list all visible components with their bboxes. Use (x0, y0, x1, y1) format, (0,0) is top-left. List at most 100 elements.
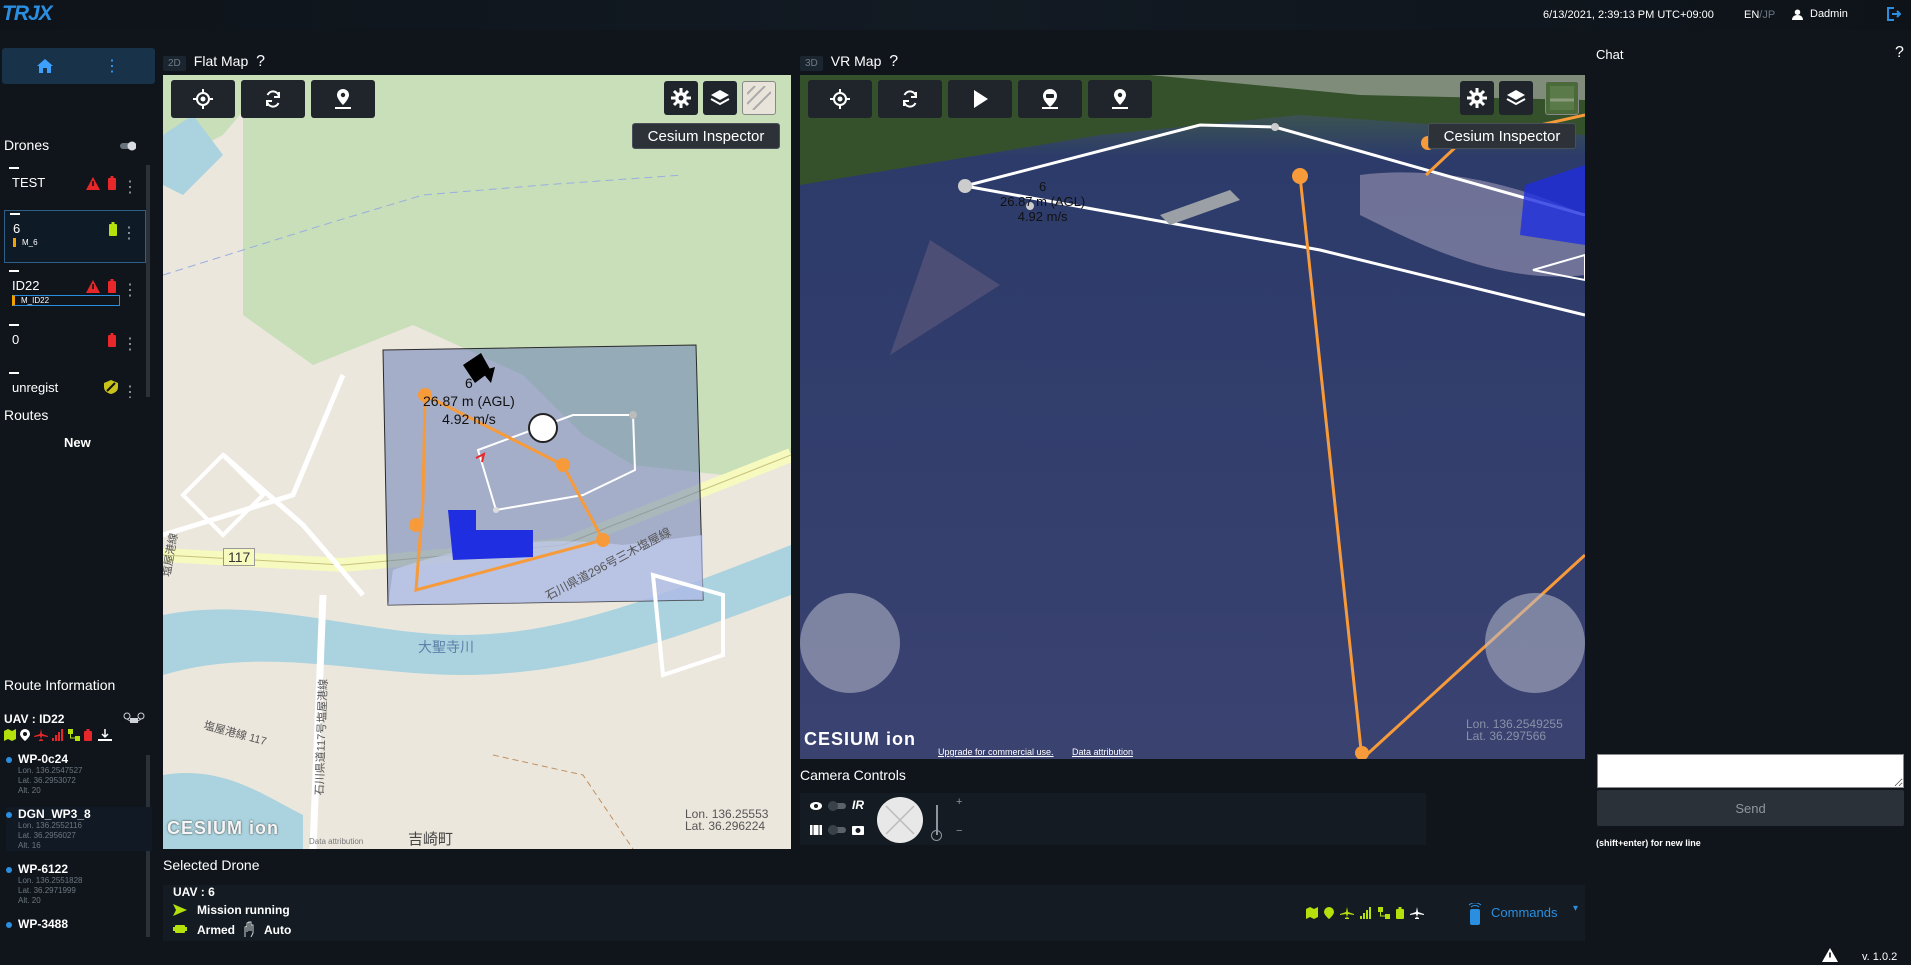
drone-item-6[interactable]: 6 M_6 ⋮ (4, 210, 146, 263)
drone-menu-icon[interactable]: ⋮ (122, 280, 138, 300)
sync-button[interactable] (878, 80, 942, 118)
commands-dropdown[interactable]: Commands (1491, 905, 1557, 920)
ir-label: IR (852, 798, 864, 812)
river-label: 大聖寺川 (418, 639, 474, 655)
drone-item-0[interactable]: 0 ⋮ (4, 322, 146, 372)
layers-button[interactable] (703, 81, 737, 115)
waypoint-item[interactable]: WP-6122 Lon. 136.2551828 Lat. 36.2971999… (6, 862, 152, 906)
cesium-inspector-button[interactable]: Cesium Inspector (632, 123, 780, 149)
help-icon[interactable]: ? (256, 53, 265, 70)
drone-menu-icon[interactable]: ⋮ (122, 382, 138, 398)
user-menu[interactable]: Dadmin (1792, 8, 1848, 20)
gear-icon (671, 88, 691, 108)
drones-toggle[interactable] (120, 141, 136, 151)
new-route-button[interactable]: New (64, 435, 91, 450)
send-button[interactable]: Send (1597, 790, 1904, 826)
chat-input[interactable] (1597, 754, 1904, 788)
basemap-picker[interactable] (742, 81, 776, 115)
chat-title: Chat (1596, 47, 1624, 62)
battery-full-icon (1396, 907, 1404, 919)
sync-button[interactable] (241, 80, 305, 118)
battery-low-icon (108, 333, 116, 347)
flat-map[interactable]: 117 大聖寺川 吉崎町 石川県道296号三木塩屋線 塩屋港線 石川県道117号… (163, 75, 791, 849)
pin-button[interactable] (311, 80, 375, 118)
zoom-out-label[interactable]: − (956, 825, 962, 837)
language-switch[interactable]: EN/JP (1744, 9, 1775, 21)
drone-menu-icon[interactable]: ⋮ (122, 334, 138, 354)
data-attribution-link[interactable]: Data attribution (1072, 747, 1133, 757)
settings-button[interactable] (1460, 81, 1494, 115)
photo-icon (852, 826, 864, 835)
waypoint-name: WP-0c24 (18, 752, 69, 766)
drones-scrollbar[interactable] (146, 165, 150, 397)
ir-toggle[interactable] (828, 801, 846, 811)
warning-icon[interactable] (1822, 948, 1838, 962)
drone-item-test[interactable]: TEST ⋮ (4, 165, 146, 215)
vrmap-title: 3D VR Map ? (800, 53, 898, 71)
map-icon (4, 729, 16, 741)
lang-en[interactable]: EN (1744, 9, 1759, 21)
road-shield: 117 (223, 548, 256, 566)
vr-map[interactable]: 6 26.87 m (AGL) 4.92 m/s Cesium Inspecto… (800, 75, 1585, 759)
drone-model-tag: M_ID22 (12, 295, 120, 306)
waypoint-item[interactable]: DGN_WP3_8 Lon. 136.2552116 Lat. 36.29560… (6, 807, 152, 851)
drone-menu-icon[interactable]: ⋮ (122, 177, 138, 197)
waypoint-item[interactable]: WP-3488 (6, 917, 152, 931)
basemap-picker[interactable] (1545, 81, 1579, 115)
lang-jp[interactable]: JP (1762, 9, 1775, 21)
battery-low-icon (84, 729, 92, 741)
locate-button[interactable] (808, 80, 872, 118)
selected-uav-label: UAV : 6 (173, 885, 215, 899)
vr-map-canvas[interactable] (800, 75, 1585, 759)
vrmap-badge: 3D (800, 56, 823, 71)
drone-item-id22[interactable]: ID22 M_ID22 ⋮ (4, 268, 146, 318)
upgrade-link[interactable]: Upgrade for commercial use. (938, 747, 1054, 757)
flatmap-title: 2D Flat Map ? (163, 53, 265, 71)
drone-label: 6 26.87 m (AGL) 4.92 m/s (423, 375, 515, 427)
signal-icon (1360, 907, 1371, 919)
more-menu-button[interactable]: ⋮ (69, 48, 155, 84)
armed-status: Armed (197, 923, 236, 937)
layers-button[interactable] (1499, 81, 1533, 115)
camera-gimbal-joystick[interactable] (877, 797, 923, 843)
data-attribution-link[interactable]: Data attribution (309, 837, 363, 846)
airplane-takeoff-icon (1410, 907, 1424, 919)
airplane-icon (34, 729, 48, 741)
selected-drone-bar: UAV : 6 Mission running Armed Auto Comma… (163, 885, 1585, 941)
drone-icon (123, 712, 145, 723)
routes-title: Routes (4, 407, 49, 423)
poi-icon (1042, 89, 1058, 109)
chat-help-icon[interactable]: ? (1895, 44, 1904, 62)
drone-name: 0 (12, 332, 20, 347)
waypoint-name: WP-3488 (18, 917, 69, 931)
drone-label: 6 26.87 m (AGL) 4.92 m/s (1000, 179, 1086, 224)
locate-button[interactable] (171, 80, 235, 118)
zoom-in-label[interactable]: + (956, 796, 962, 808)
map-pin-icon (1112, 89, 1128, 109)
logout-icon[interactable] (1885, 6, 1901, 22)
eye-icon (810, 802, 822, 810)
zoom-slider-handle[interactable] (931, 830, 942, 841)
app-logo: TRJX (2, 2, 53, 25)
network-icon (68, 729, 80, 741)
cesium-inspector-button[interactable]: Cesium Inspector (1428, 123, 1576, 149)
refresh-icon (266, 90, 280, 108)
robot-icon (173, 925, 187, 933)
chevron-down-icon[interactable]: ▾ (1573, 903, 1578, 914)
drone-item-unregist[interactable]: unregist ⋮ (4, 370, 146, 398)
video-icon (810, 825, 822, 835)
drone-menu-icon[interactable]: ⋮ (121, 223, 137, 243)
map-coordinates: Lon. 136.2549255 Lat. 36.297566 (1466, 717, 1563, 743)
close-x-icon (885, 805, 915, 835)
play-button[interactable] (948, 80, 1012, 118)
record-toggle[interactable] (828, 825, 846, 835)
refresh-icon (903, 90, 917, 108)
help-icon[interactable]: ? (889, 53, 898, 70)
send-icon (173, 904, 187, 916)
crosshair-icon (193, 89, 213, 109)
battery-full-icon (109, 222, 117, 236)
settings-button[interactable] (664, 81, 698, 115)
poi-button[interactable] (1018, 80, 1082, 118)
pin-button[interactable] (1088, 80, 1152, 118)
waypoint-item[interactable]: WP-0c24 Lon. 136.2547527 Lat. 36.2953072… (6, 752, 152, 796)
